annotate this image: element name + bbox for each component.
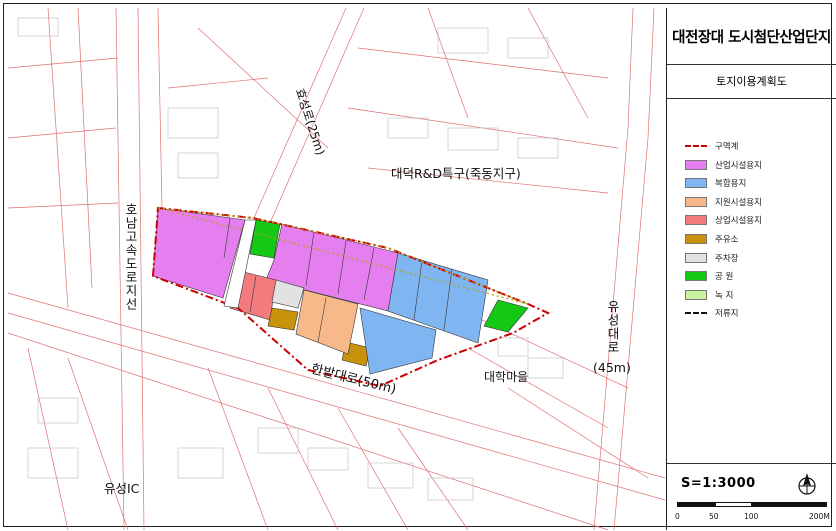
legend-label: 녹 지 (715, 290, 734, 301)
legend-item: 녹 지 (685, 289, 733, 301)
label-road-east: 유성대로 (605, 300, 620, 354)
scale-bar (677, 502, 827, 510)
legend-item: 주유소 (685, 233, 738, 245)
legend-swatch (685, 234, 707, 244)
legend-label: 상업시설용지 (715, 216, 762, 227)
legend-label: 주차장 (715, 253, 739, 264)
legend-swatch (685, 252, 707, 263)
label-road-east-width: (45m) (593, 360, 631, 375)
legend-item: 산업시설용지 (685, 159, 762, 171)
scale-text: S=1:3000 (681, 476, 756, 491)
scale-tick: 200M (809, 512, 830, 521)
legend-panel: 대전장대 도시첨단산업단지 토지이용계획도 구역계산업시설용지복합용지지원시설용… (666, 8, 836, 531)
legend-item: 저류지 (685, 307, 738, 319)
map-drawing (8, 8, 665, 530)
map-frame: 효성로(25m) 대덕R&D특구(죽동지구) 호남고속도로지선 유성대로 (45… (3, 3, 836, 531)
legend-item: 구역계 (685, 140, 738, 152)
legend-item: 상업시설용지 (685, 214, 762, 226)
map-area: 효성로(25m) 대덕R&D특구(죽동지구) 호남고속도로지선 유성대로 (45… (8, 8, 665, 530)
scale-box: S=1:3000 0 50 100 200M (667, 463, 836, 531)
label-village: 대학마을 (484, 370, 529, 384)
legend-label: 산업시설용지 (715, 160, 762, 171)
label-ic: 유성IC (104, 481, 140, 496)
land-use-parcels (152, 207, 529, 375)
legend-swatch (685, 215, 707, 226)
legend-label: 저류지 (715, 309, 739, 320)
scale-tick: 50 (709, 512, 719, 521)
map-title: 대전장대 도시첨단산업단지 (667, 8, 836, 65)
map-subtitle: 토지이용계획도 (667, 64, 836, 99)
legend-label: 공 원 (715, 272, 734, 283)
dashed-line-icon (685, 308, 707, 318)
legend-swatch (685, 289, 707, 300)
north-arrow-icon (798, 473, 816, 495)
legend-item: 공 원 (685, 270, 733, 282)
scale-tick: 100 (744, 512, 759, 521)
legend-swatch (685, 271, 707, 282)
scale-tick: 0 (675, 512, 680, 521)
label-expressway: 호남고속도로지선 (123, 203, 138, 311)
legend-label: 주유소 (715, 235, 739, 245)
dashed-line-icon (685, 141, 707, 151)
legend-item: 주차장 (685, 252, 738, 264)
legend-label: 구역계 (715, 142, 739, 152)
legend-swatch (685, 178, 707, 189)
legend-label: 지원시설용지 (715, 197, 762, 208)
legend-swatch (685, 159, 707, 170)
legend-label: 복합용지 (715, 179, 747, 190)
label-district: 대덕R&D특구(죽동지구) (391, 166, 521, 181)
legend-item: 지원시설용지 (685, 196, 762, 208)
legend-swatch (685, 196, 707, 207)
legend-item: 복합용지 (685, 177, 746, 189)
parcel-gas (267, 307, 299, 331)
